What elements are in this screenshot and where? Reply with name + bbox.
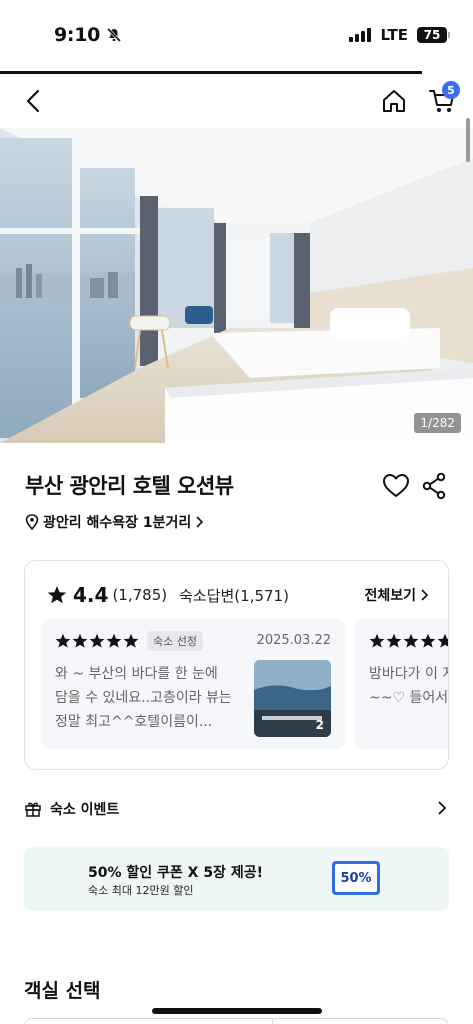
star-icon: [123, 633, 139, 648]
chevron-right-icon: [438, 801, 447, 815]
home-button[interactable]: [378, 84, 410, 118]
hotel-name: 부산 광안리 호텔 오션뷰: [25, 474, 234, 498]
coupon-subtitle: 숙소 최대 12만원 할인: [88, 884, 194, 897]
star-icon: [55, 633, 71, 648]
map-pin-icon: [25, 514, 39, 530]
page-scrollbar[interactable]: [466, 118, 470, 162]
star-icon: [369, 633, 385, 648]
heart-icon: [383, 474, 409, 497]
rating-score: 4.4: [73, 583, 109, 607]
battery-level: 75: [423, 28, 441, 42]
review-text: 밤바다가 이 지다니~~♡ 들어서자 말: [369, 666, 449, 706]
review-summary-card: 4.4 (1,785) 숙소답변(1,571) 전체보기 숙소 선정 2025.…: [24, 560, 449, 770]
back-button[interactable]: [18, 84, 48, 118]
star-icon: [47, 586, 67, 604]
review-stars: [55, 633, 139, 649]
review-stars: [369, 633, 448, 649]
chevron-left-icon: [26, 89, 40, 113]
hotel-event-row[interactable]: 숙소 이벤트: [24, 796, 449, 822]
network-type: LTE: [380, 26, 408, 44]
see-all-label: 전체보기: [364, 588, 416, 604]
gift-icon: [25, 802, 41, 817]
photo-counter: 1/282: [414, 413, 461, 433]
star-icon: [72, 633, 88, 648]
room-select-title: 객실 선택: [24, 980, 101, 1002]
location-text: 광안리 해수욕장 1분거리: [43, 515, 192, 531]
bell-slash-icon: [107, 27, 122, 43]
star-icon: [437, 633, 448, 648]
share-icon: [422, 472, 446, 500]
home-icon: [383, 90, 405, 112]
review-text: 와 ~ 부산의 바다를 한 눈에 담을 수 있네요..고층이라 뷰는 정말 최고…: [55, 666, 232, 730]
loading-progress-bar: [0, 71, 422, 74]
chevron-right-icon: [421, 589, 428, 601]
review-badge: 숙소 선정: [147, 631, 203, 651]
coupon-banner[interactable]: 50% 할인 쿠폰 X 5장 제공! 숙소 최대 12만원 할인 50%: [24, 847, 449, 911]
event-label: 숙소 이벤트: [50, 802, 120, 818]
see-all-reviews-link[interactable]: 전체보기: [364, 585, 428, 605]
review-count: (1,785): [112, 586, 168, 604]
status-time-text: 9:10: [54, 24, 101, 46]
star-icon: [386, 633, 402, 648]
coupon-ticket-label: 50%: [335, 864, 377, 892]
photo-count: 2: [315, 718, 324, 732]
status-time: 9:10: [54, 24, 122, 46]
wishlist-button[interactable]: [382, 472, 410, 500]
star-icon: [403, 633, 419, 648]
hotel-photo-carousel[interactable]: 1/282: [0, 128, 473, 443]
review-item[interactable]: 밤바다가 이 지다니~~♡ 들어서자 말: [355, 619, 449, 749]
star-icon: [420, 633, 436, 648]
rating-summary: 4.4 (1,785) 숙소답변(1,571): [47, 583, 289, 607]
star-icon: [106, 633, 122, 648]
coupon-title: 50% 할인 쿠폰 X 5장 제공!: [88, 865, 263, 881]
location-link[interactable]: 광안리 해수욕장 1분거리: [25, 512, 204, 532]
cart-count-badge: 5: [442, 81, 460, 99]
hotel-room-photo: [0, 128, 473, 443]
room-option-card[interactable]: [24, 1018, 449, 1024]
host-reply-count: 숙소답변(1,571): [179, 586, 289, 605]
cell-signal-icon: [349, 28, 372, 42]
status-bar: 9:10 LTE 75: [0, 0, 473, 70]
coupon-ticket-icon: 50%: [332, 861, 380, 895]
battery-icon: 75: [417, 27, 450, 43]
share-button[interactable]: [421, 472, 447, 500]
review-item[interactable]: 숙소 선정 2025.03.22 와 ~ 부산의 바다를 한 눈에 담을 수 있…: [41, 619, 345, 749]
chevron-right-icon: [196, 516, 204, 528]
review-photo-thumbnail[interactable]: 2: [254, 660, 331, 737]
review-date: 2025.03.22: [256, 633, 331, 648]
top-nav: [0, 78, 473, 124]
home-indicator[interactable]: [152, 1008, 322, 1014]
star-icon: [89, 633, 105, 648]
